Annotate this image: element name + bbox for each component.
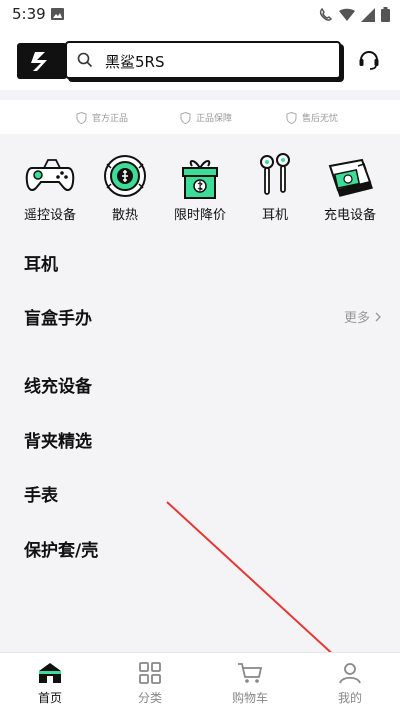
gift-icon <box>182 160 218 199</box>
guarantee-item: 正品保障 <box>180 111 232 124</box>
category-grid: 遥控设备 散热 限时降价 耳机 充电设备 <box>0 140 400 230</box>
status-time: 5:39 <box>12 5 46 23</box>
list-title: 耳机 <box>24 255 58 275</box>
profile-icon <box>339 663 361 684</box>
tab-label: 分类 <box>137 691 162 705</box>
brand-logo[interactable] <box>17 43 67 79</box>
shield-icon <box>286 111 297 124</box>
tab-label: 首页 <box>37 691 62 705</box>
black-shark-logo-icon <box>31 52 47 71</box>
category-remote-devices[interactable]: 遥控设备 <box>15 152 85 223</box>
home-icon <box>39 663 61 683</box>
tab-cart[interactable]: 购物车 <box>210 661 290 706</box>
category-label: 充电设备 <box>323 208 376 223</box>
bottom-tab-bar: 首页 分类 购物车 我的 <box>0 652 400 711</box>
earphones-icon <box>260 153 290 195</box>
status-icons <box>319 7 390 22</box>
shield-icon <box>180 111 191 124</box>
battery-icon <box>381 7 390 22</box>
list-title: 线充设备 <box>24 377 92 397</box>
search-icon <box>77 52 93 68</box>
guarantee-label: 官方正品 <box>92 114 129 124</box>
list-title: 手表 <box>24 486 58 506</box>
guarantee-bar: 官方正品 正品保障 售后无忧 <box>0 100 400 134</box>
tab-profile[interactable]: 我的 <box>310 661 390 706</box>
category-label: 耳机 <box>261 208 288 223</box>
guarantee-label: 正品保障 <box>196 114 233 124</box>
list-item-case[interactable]: 保护套/壳 <box>0 528 400 568</box>
grid-icon <box>139 662 161 684</box>
signal-icon <box>361 7 375 22</box>
search-query: 黑鲨5RS <box>105 53 165 71</box>
chevron-right-icon <box>375 312 381 321</box>
tab-label: 我的 <box>337 691 362 705</box>
list-title: 保护套/壳 <box>24 541 99 561</box>
guarantee-item: 售后无忧 <box>286 111 338 124</box>
cooler-icon <box>104 155 146 197</box>
guarantee-label: 售后无忧 <box>302 114 339 124</box>
list-item-cable-charging[interactable]: 线充设备 <box>0 364 400 404</box>
gamepad-icon <box>25 159 75 191</box>
list-item-earphones[interactable]: 耳机 <box>0 242 400 282</box>
tab-categories[interactable]: 分类 <box>110 661 190 706</box>
wifi-icon <box>339 8 355 21</box>
more-link[interactable]: 更多 <box>344 307 382 326</box>
category-cooling[interactable]: 散热 <box>90 152 160 223</box>
list-item-watch[interactable]: 手表 <box>0 473 400 513</box>
tab-home[interactable]: 首页 <box>10 661 90 706</box>
headset-icon[interactable] <box>357 47 381 71</box>
status-bar: 5:39 <box>0 0 400 30</box>
charger-icon <box>328 158 373 197</box>
more-label: 更多 <box>343 311 370 326</box>
category-label: 限时降价 <box>173 208 226 223</box>
category-charging[interactable]: 充电设备 <box>315 152 385 223</box>
list-title: 盲盒手办 <box>24 309 92 329</box>
wifi-call-icon <box>319 7 333 21</box>
search-input[interactable]: 黑鲨5RS <box>65 41 341 79</box>
list-item-blind-box[interactable]: 盲盒手办 更多 <box>0 296 400 336</box>
list-title: 背夹精选 <box>24 432 92 452</box>
cart-icon <box>238 663 263 683</box>
guarantee-item: 官方正品 <box>76 111 128 124</box>
category-earphones[interactable]: 耳机 <box>240 152 310 223</box>
header: 黑鲨5RS <box>0 30 400 90</box>
shield-icon <box>76 111 87 124</box>
image-notification-icon <box>51 8 64 20</box>
category-label: 散热 <box>111 208 138 223</box>
category-label: 遥控设备 <box>23 208 76 223</box>
list-item-back-clip[interactable]: 背夹精选 <box>0 419 400 459</box>
category-flash-sale[interactable]: 限时降价 <box>165 152 235 223</box>
tab-label: 购物车 <box>231 691 268 705</box>
